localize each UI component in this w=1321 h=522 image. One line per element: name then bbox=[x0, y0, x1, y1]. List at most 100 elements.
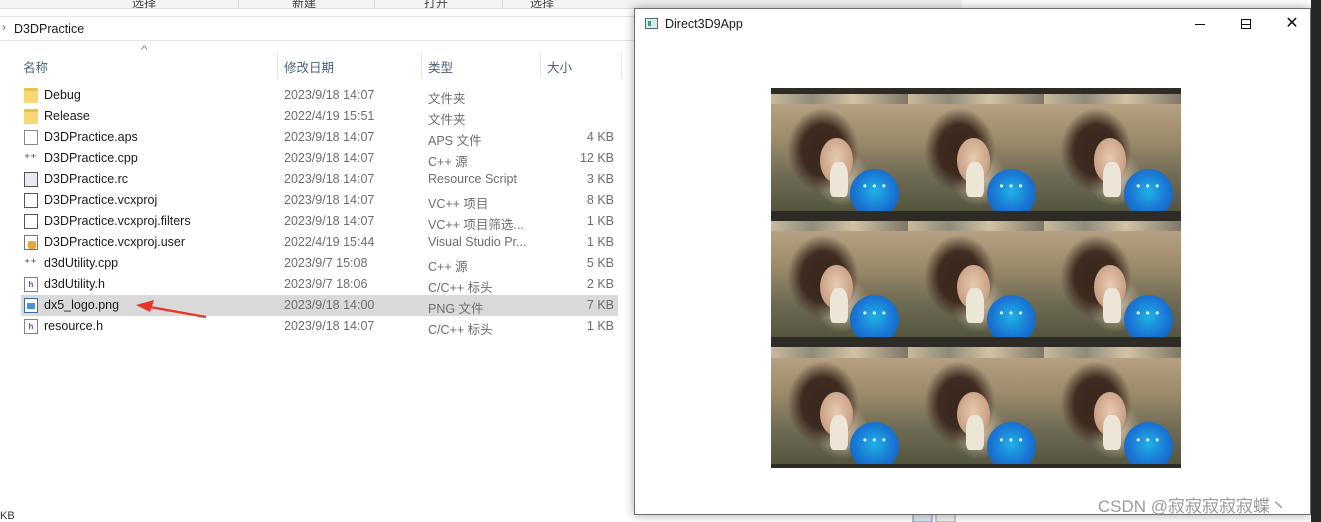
column-divider[interactable] bbox=[421, 52, 422, 78]
file-row[interactable]: D3DPractice.vcxproj.user 2022/4/19 15:44 V… bbox=[21, 232, 618, 253]
file-type: C++ 源 bbox=[428, 260, 468, 274]
file-name: Debug bbox=[44, 88, 81, 102]
file-date: 2023/9/18 14:07 bbox=[284, 88, 375, 102]
file-row[interactable]: dx5_logo.png 2023/9/18 14:00 PNG 文件 7 KB bbox=[21, 295, 618, 316]
file-name: D3DPractice.vcxproj.user bbox=[44, 235, 186, 249]
ice-cream bbox=[966, 161, 985, 197]
file-row[interactable]: D3DPractice.rc 2023/9/18 14:07 Resource Sc… bbox=[21, 169, 618, 190]
file-size: 4 KB bbox=[586, 130, 614, 144]
file-name: dx5_logo.png bbox=[44, 298, 120, 312]
divider bbox=[374, 0, 375, 8]
file-type: 文件夹 bbox=[428, 92, 466, 106]
direct3d-app-window[interactable]: Direct3D9App ✕ bbox=[634, 8, 1311, 515]
file-size: 1 KB bbox=[586, 319, 614, 333]
file-name: D3DPractice.aps bbox=[44, 130, 138, 144]
file-row[interactable]: h d3dUtility.h 2023/9/7 18:06 C/C++ 标头 2 KB bbox=[21, 274, 618, 295]
ice-cream bbox=[966, 288, 985, 324]
shelf bbox=[1044, 94, 1181, 105]
file-type: PNG 文件 bbox=[428, 302, 484, 316]
shelf bbox=[771, 94, 908, 105]
maximize-icon bbox=[1241, 19, 1251, 29]
dx-logo-badge bbox=[1123, 168, 1173, 211]
divider bbox=[238, 0, 239, 8]
close-button[interactable]: ✕ bbox=[1269, 9, 1315, 39]
shelf bbox=[1044, 220, 1181, 232]
shelf bbox=[771, 220, 908, 232]
file-row[interactable]: ⁺⁺ d3dUtility.cpp 2023/9/7 15:08 C++ 源 5 KB bbox=[21, 253, 618, 274]
ice-cream bbox=[829, 288, 848, 324]
folder-icon bbox=[24, 88, 38, 103]
breadcrumb[interactable]: D3DPractice bbox=[14, 22, 84, 36]
ribbon-item[interactable]: 新建 bbox=[292, 0, 316, 8]
annotation-arrow bbox=[136, 300, 207, 319]
file-date: 2023/9/18 14:07 bbox=[284, 130, 375, 144]
file-name: d3dUtility.h bbox=[44, 277, 105, 291]
ribbon-item[interactable]: 选择 bbox=[132, 0, 156, 8]
column-header-size[interactable]: 大小 bbox=[547, 57, 572, 76]
render-viewport[interactable] bbox=[771, 88, 1181, 468]
file-row[interactable]: D3DPractice.vcxproj.filters 2023/9/18 14:… bbox=[21, 211, 618, 232]
file-row[interactable]: Debug 2023/9/18 14:07 文件夹 bbox=[21, 85, 618, 106]
file-type: C/C++ 标头 bbox=[428, 281, 493, 295]
cpp-file-icon: ⁺⁺ bbox=[24, 151, 37, 165]
texture-tile bbox=[907, 347, 1045, 464]
file-date: 2023/9/7 18:06 bbox=[284, 277, 368, 291]
column-divider[interactable] bbox=[621, 52, 622, 78]
ribbon-item[interactable]: 选择 bbox=[530, 0, 554, 8]
file-name: D3DPractice.rc bbox=[44, 172, 129, 186]
dx-logo-badge bbox=[986, 421, 1036, 464]
ribbon-item[interactable]: 打开 bbox=[424, 0, 448, 8]
file-name: Release bbox=[44, 109, 90, 123]
header-file-icon: h bbox=[24, 319, 38, 334]
column-divider[interactable] bbox=[277, 52, 278, 78]
file-type: Visual Studio Pr... bbox=[428, 235, 527, 249]
minimize-button-area[interactable] bbox=[1177, 9, 1223, 39]
dx-logo-badge bbox=[850, 421, 900, 464]
file-row[interactable]: Release 2022/4/19 15:51 文件夹 bbox=[21, 106, 618, 127]
dx-logo-badge bbox=[850, 295, 900, 338]
folder-icon bbox=[24, 109, 38, 124]
file-name: D3DPractice.cpp bbox=[44, 151, 138, 165]
file-type: Resource Script bbox=[428, 172, 517, 186]
file-name: D3DPractice.vcxproj bbox=[44, 193, 158, 207]
file-date: 2023/9/7 15:08 bbox=[284, 256, 368, 270]
minimize-icon bbox=[1195, 23, 1205, 25]
filters-file-icon bbox=[24, 214, 38, 229]
dx-logo-badge bbox=[1123, 295, 1173, 338]
ice-cream bbox=[829, 161, 848, 197]
column-header-date[interactable]: 修改日期 bbox=[284, 57, 334, 76]
column-header-name[interactable]: 名称 bbox=[23, 57, 48, 76]
shelf bbox=[907, 94, 1045, 105]
file-date: 2023/9/18 14:07 bbox=[284, 172, 375, 186]
ice-cream bbox=[829, 414, 848, 450]
file-size: 1 KB bbox=[586, 214, 614, 228]
file-row[interactable]: ⁺⁺ D3DPractice.cpp 2023/9/18 14:07 C++ 源 12 … bbox=[21, 148, 618, 169]
window-title: Direct3D9App bbox=[665, 17, 743, 31]
file-type: C/C++ 标头 bbox=[428, 323, 493, 337]
file-date: 2022/4/19 15:44 bbox=[284, 235, 375, 249]
maximize-button[interactable] bbox=[1223, 9, 1269, 39]
file-name: resource.h bbox=[44, 319, 104, 333]
texture-tile bbox=[907, 94, 1045, 211]
status-bar-text: KB bbox=[0, 510, 15, 522]
file-type: APS 文件 bbox=[428, 134, 482, 148]
column-header-type[interactable]: 类型 bbox=[428, 57, 453, 76]
texture-tile bbox=[771, 347, 908, 464]
texture-tile bbox=[771, 220, 908, 338]
divider bbox=[502, 0, 503, 8]
header-file-icon: h bbox=[24, 277, 38, 292]
file-date: 2022/4/19 15:51 bbox=[284, 109, 375, 123]
ice-cream bbox=[1103, 414, 1121, 450]
texture-tile bbox=[907, 220, 1045, 338]
chevron-right-icon[interactable]: › bbox=[2, 20, 6, 34]
file-row[interactable]: D3DPractice.aps 2023/9/18 14:07 APS 文件 4 KB bbox=[21, 127, 618, 148]
shelf bbox=[907, 220, 1045, 232]
file-row[interactable]: h resource.h 2023/9/18 14:07 C/C++ 标头 1 KB bbox=[21, 316, 618, 337]
file-size: 7 KB bbox=[586, 298, 614, 312]
watermark: CSDN @寂寂寂寂寂蝶丶 bbox=[1097, 497, 1287, 516]
file-row[interactable]: D3DPractice.vcxproj 2023/9/18 14:07 VC++ 项… bbox=[21, 190, 618, 211]
column-divider[interactable] bbox=[540, 52, 541, 78]
file-name: D3DPractice.vcxproj.filters bbox=[44, 214, 191, 228]
shelf bbox=[907, 347, 1045, 358]
vcxproj-icon bbox=[24, 193, 38, 208]
